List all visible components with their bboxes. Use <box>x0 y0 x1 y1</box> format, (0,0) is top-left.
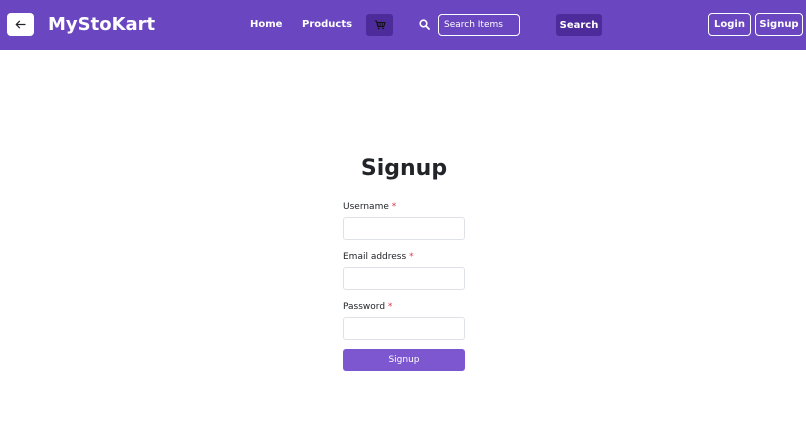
search-button[interactable]: Search <box>556 14 602 36</box>
cart-button[interactable] <box>366 14 393 36</box>
search-input[interactable] <box>438 14 520 36</box>
username-label: Username * <box>343 201 396 213</box>
email-field[interactable] <box>343 267 465 290</box>
brand-logo[interactable]: MyStoKart <box>48 14 155 36</box>
login-button[interactable]: Login <box>708 13 751 36</box>
username-field[interactable] <box>343 217 465 240</box>
navbar: MyStoKart Home Products Search Login Sig… <box>0 0 806 50</box>
email-label-text: Email address <box>343 252 407 262</box>
password-label-text: Password <box>343 302 386 312</box>
signup-submit-button[interactable]: Signup <box>343 349 465 371</box>
search-icon[interactable] <box>419 19 430 30</box>
signup-nav-button[interactable]: Signup <box>755 13 803 36</box>
username-label-text: Username <box>343 202 389 212</box>
required-marker: * <box>387 302 393 312</box>
required-marker: * <box>391 202 397 212</box>
required-marker: * <box>409 252 414 262</box>
password-label: Password * <box>343 301 392 313</box>
back-button[interactable] <box>7 13 34 36</box>
email-label: Email address * <box>343 251 414 263</box>
nav-link-home[interactable]: Home <box>250 18 282 32</box>
form-title: Signup <box>360 156 448 181</box>
shopping-cart-icon <box>374 20 386 30</box>
password-field[interactable] <box>343 317 465 340</box>
nav-link-products[interactable]: Products <box>302 18 352 32</box>
arrow-left-icon <box>15 20 26 29</box>
